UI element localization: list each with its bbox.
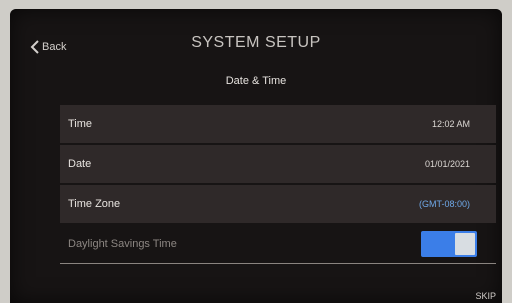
time-value: 12:02 AM [431,119,470,129]
daylight-savings-toggle[interactable] [421,231,477,257]
date-row[interactable]: Date 01/01/2021 [60,145,496,183]
time-zone-row[interactable]: Time Zone (GMT-08:00) [60,185,496,223]
skip-button[interactable]: SKIP [475,291,496,301]
settings-list: Time 12:02 AM Date 01/01/2021 Time Zone … [60,105,496,267]
time-label: Time [68,118,93,130]
time-zone-offset: (GMT-08:00) [418,199,470,209]
date-label: Date [68,158,92,170]
date-value: 01/01/2021 [424,159,470,169]
page-title: SYSTEM SETUP [191,34,321,51]
time-zone-label: Time Zone [68,198,121,210]
time-row[interactable]: Time 12:02 AM [60,105,496,143]
section-subtitle: Date & Time [225,75,287,87]
time-zone-value: (GMT-08:00) [419,199,470,209]
daylight-savings-label: Daylight Savings Time [68,238,177,250]
toggle-knob [455,233,475,255]
daylight-savings-row: Daylight Savings Time [60,225,496,264]
device-screen: Back SYSTEM SETUP Date & Time Time 12:02… [10,9,502,303]
